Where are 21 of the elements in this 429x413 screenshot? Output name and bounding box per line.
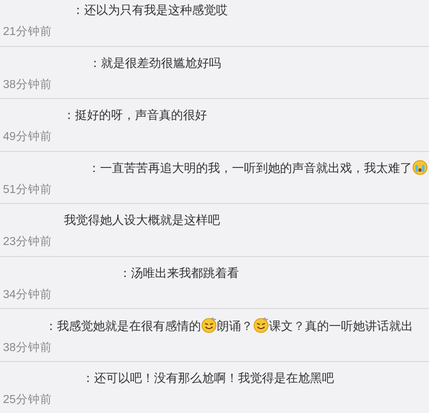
comment-text: ：汤唯出来我都跳着看 — [119, 266, 239, 280]
comment-time: 38分钟前 — [3, 342, 52, 354]
comment-time: 34分钟前 — [3, 288, 52, 301]
comment-time: 21分钟前 — [3, 26, 52, 38]
comment-text: 课文？真的一听她讲话就出 — [269, 318, 413, 333]
comment-time: 49分钟前 — [3, 131, 52, 144]
dizzy-face-icon — [253, 316, 269, 333]
comment-time: 23分钟前 — [3, 236, 52, 248]
crying-face-icon — [412, 159, 428, 176]
comment-text: ：我感觉她就是在很有感情的 — [45, 318, 201, 333]
comment-text: 朗诵？ — [217, 318, 253, 333]
comment-text: ：一直苦苦再追大明的我，一听到她的声音就出戏，我太难了 — [88, 161, 412, 176]
comment-text: 我觉得她人设大概就是这样吧 — [64, 213, 220, 228]
comment-time: 51分钟前 — [3, 184, 52, 196]
dizzy-face-icon — [201, 316, 217, 333]
comment-time: 38分钟前 — [3, 78, 52, 91]
comment-text: ：还以为只有我是这种感觉哎 — [72, 3, 228, 18]
comment-text: ：还可以吧！没有那么尬啊！我觉得是在尬黑吧 — [82, 370, 334, 385]
comment-time: 25分钟前 — [3, 394, 52, 406]
comment-text: ：挺好的呀，声音真的很好 — [63, 108, 207, 122]
comment-text: ：就是很差劲很尴尬好吗 — [89, 56, 221, 70]
